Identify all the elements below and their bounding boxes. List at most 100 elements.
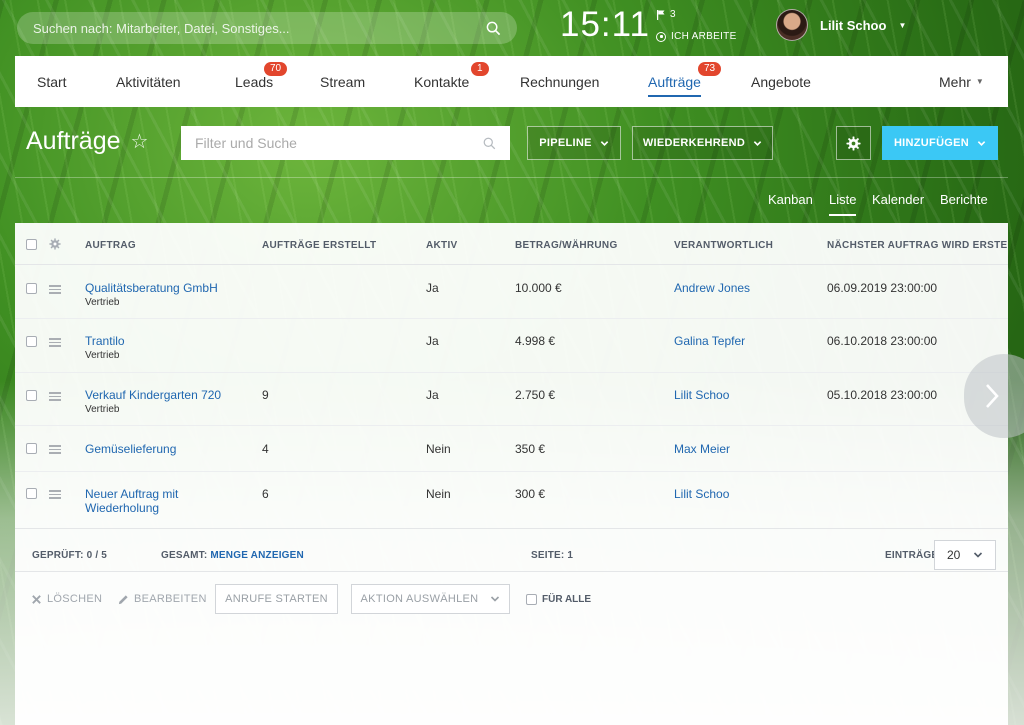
- select-all-checkbox[interactable]: [26, 239, 37, 250]
- search-icon[interactable]: [486, 21, 501, 36]
- nav-item-stream[interactable]: Stream: [320, 56, 365, 107]
- page-label: SEITE:: [531, 550, 565, 561]
- close-icon: [32, 594, 41, 604]
- total-count: GESAMT: MENGE ANZEIGEN: [161, 550, 304, 561]
- row-checkbox[interactable]: [26, 390, 37, 401]
- select-action-label: AKTION AUSWÄHLEN: [360, 593, 479, 605]
- delete-action[interactable]: LÖSCHEN: [31, 593, 102, 605]
- add-button[interactable]: HINZUFÜGEN: [882, 126, 998, 160]
- row-checkbox[interactable]: [26, 488, 37, 499]
- owner-link[interactable]: Andrew Jones: [674, 281, 750, 295]
- nav-label: Aufträge: [648, 73, 701, 90]
- for-all-label: FÜR ALLE: [542, 594, 592, 605]
- total-label: GESAMT:: [161, 550, 208, 561]
- row-checkbox[interactable]: [26, 443, 37, 454]
- column-header-order[interactable]: AUFTRAG: [85, 240, 136, 251]
- main-nav: Start Aktivitäten Leads 70 Stream Kontak…: [15, 56, 1008, 107]
- filter-placeholder: Filter und Suche: [195, 135, 297, 151]
- nav-item-invoices[interactable]: Rechnungen: [520, 56, 599, 107]
- owner-link[interactable]: Lilit Schoo: [674, 487, 729, 501]
- order-title[interactable]: Verkauf Kindergarten 720 Vertrieb: [85, 388, 221, 415]
- amount: 10.000 €: [515, 281, 562, 295]
- global-search-input[interactable]: Suchen nach: Mitarbeiter, Datei, Sonstig…: [17, 12, 517, 44]
- flag-counter[interactable]: 3: [657, 9, 676, 20]
- table-row[interactable]: Verkauf Kindergarten 720 Vertrieb 9 Ja 2…: [15, 374, 1008, 426]
- table-row[interactable]: Neuer Auftrag mit Wiederholung 6 Nein 30…: [15, 473, 1008, 528]
- global-search-placeholder: Suchen nach: Mitarbeiter, Datei, Sonstig…: [33, 20, 290, 36]
- tab-kanban[interactable]: Kanban: [768, 192, 813, 207]
- pipeline-button[interactable]: PIPELINE: [527, 126, 621, 160]
- column-header-owner[interactable]: VERANTWORTLICH: [674, 240, 773, 251]
- start-calls-button[interactable]: ANRUFE STARTEN: [215, 584, 338, 614]
- chevron-down-icon: [753, 140, 762, 146]
- next-order-date: 06.10.2018 23:00:00: [827, 334, 938, 348]
- order-title[interactable]: Gemüselieferung: [85, 442, 176, 456]
- avatar[interactable]: [776, 9, 808, 41]
- row-menu-icon[interactable]: [49, 490, 61, 499]
- row-menu-icon[interactable]: [49, 338, 61, 347]
- for-all-toggle[interactable]: FÜR ALLE: [526, 594, 591, 605]
- nav-item-leads[interactable]: Leads 70: [235, 56, 288, 107]
- tab-calendar[interactable]: Kalender: [872, 192, 924, 207]
- delete-label: LÖSCHEN: [47, 593, 103, 605]
- owner-link[interactable]: Galina Tepfer: [674, 334, 745, 348]
- settings-button[interactable]: [836, 126, 871, 160]
- tab-reports[interactable]: Berichte: [940, 192, 988, 207]
- recurring-button[interactable]: WIEDERKEHREND: [632, 126, 773, 160]
- nav-item-contacts[interactable]: Kontakte 1: [414, 56, 489, 107]
- column-header-created[interactable]: AUFTRÄGE ERSTELLT: [262, 240, 376, 251]
- contacts-badge: 1: [471, 62, 489, 76]
- nav-label: Rechnungen: [520, 73, 600, 90]
- order-title[interactable]: Neuer Auftrag mit Wiederholung: [85, 487, 205, 515]
- table-row[interactable]: Gemüselieferung 4 Nein 350 € Max Meier: [15, 427, 1008, 472]
- nav-item-quotes[interactable]: Angebote: [751, 56, 811, 107]
- tab-list[interactable]: Liste: [829, 192, 857, 216]
- entries-per-page-select[interactable]: 20: [934, 540, 996, 570]
- gear-icon: [846, 135, 861, 151]
- table-row[interactable]: Qualitätsberatung GmbH Vertrieb Ja 10.00…: [15, 266, 1008, 319]
- for-all-checkbox[interactable]: [526, 594, 537, 605]
- row-menu-icon[interactable]: [49, 285, 61, 294]
- order-title-text: Qualitätsberatung GmbH: [85, 281, 218, 295]
- table-row[interactable]: Trantilo Vertrieb Ja 4.998 € Galina Tepf…: [15, 320, 1008, 373]
- star-icon[interactable]: ☆: [131, 129, 149, 154]
- work-status[interactable]: ICH ARBEITE: [656, 31, 737, 42]
- nav-item-activities[interactable]: Aktivitäten: [116, 56, 181, 107]
- nav-item-orders[interactable]: Aufträge 73: [648, 56, 722, 107]
- order-title-text: Gemüselieferung: [85, 442, 177, 456]
- column-header-next-order[interactable]: NÄCHSTER AUFTRAG WIRD ERSTELLT: [827, 240, 1008, 251]
- next-order-date: 06.09.2019 23:00:00: [827, 281, 938, 295]
- column-header-active[interactable]: AKTIV: [426, 240, 458, 251]
- nav-item-start[interactable]: Start: [37, 56, 67, 107]
- row-menu-icon[interactable]: [49, 392, 61, 401]
- created-count: 4: [262, 442, 269, 456]
- caret-down-icon: ▼: [898, 20, 907, 30]
- gear-icon[interactable]: [49, 238, 61, 250]
- caret-down-icon: ▼: [975, 77, 984, 86]
- pencil-icon: [118, 594, 128, 604]
- active-status: Ja: [426, 388, 439, 402]
- show-count-link[interactable]: MENGE ANZEIGEN: [210, 550, 304, 561]
- row-checkbox[interactable]: [26, 283, 37, 294]
- order-title[interactable]: Trantilo Vertrieb: [85, 334, 125, 361]
- user-menu[interactable]: Lilit Schoo ▼: [776, 9, 906, 41]
- next-order-date: 05.10.2018 23:00:00: [827, 388, 938, 402]
- owner-link[interactable]: Max Meier: [674, 442, 730, 456]
- active-status: Nein: [426, 487, 451, 501]
- owner-link[interactable]: Lilit Schoo: [674, 388, 729, 402]
- edit-action[interactable]: BEARBEITEN: [118, 593, 207, 605]
- nav-more[interactable]: Mehr ▼: [939, 56, 984, 107]
- select-action-dropdown[interactable]: AKTION AUSWÄHLEN: [351, 584, 510, 614]
- row-menu-icon[interactable]: [49, 445, 61, 454]
- flag-icon: [657, 9, 665, 20]
- row-checkbox[interactable]: [26, 336, 37, 347]
- nav-more-label: Mehr: [939, 73, 971, 90]
- orders-badge: 73: [698, 62, 722, 76]
- filter-search-input[interactable]: Filter und Suche: [181, 126, 510, 160]
- edit-label: BEARBEITEN: [134, 593, 207, 605]
- page-title-text: Aufträge: [26, 127, 121, 155]
- stop-icon: [656, 31, 666, 42]
- order-title[interactable]: Qualitätsberatung GmbH Vertrieb: [85, 281, 218, 308]
- column-header-amount[interactable]: BETRAG/WÄHRUNG: [515, 240, 618, 251]
- clock[interactable]: 15:11: [560, 5, 650, 45]
